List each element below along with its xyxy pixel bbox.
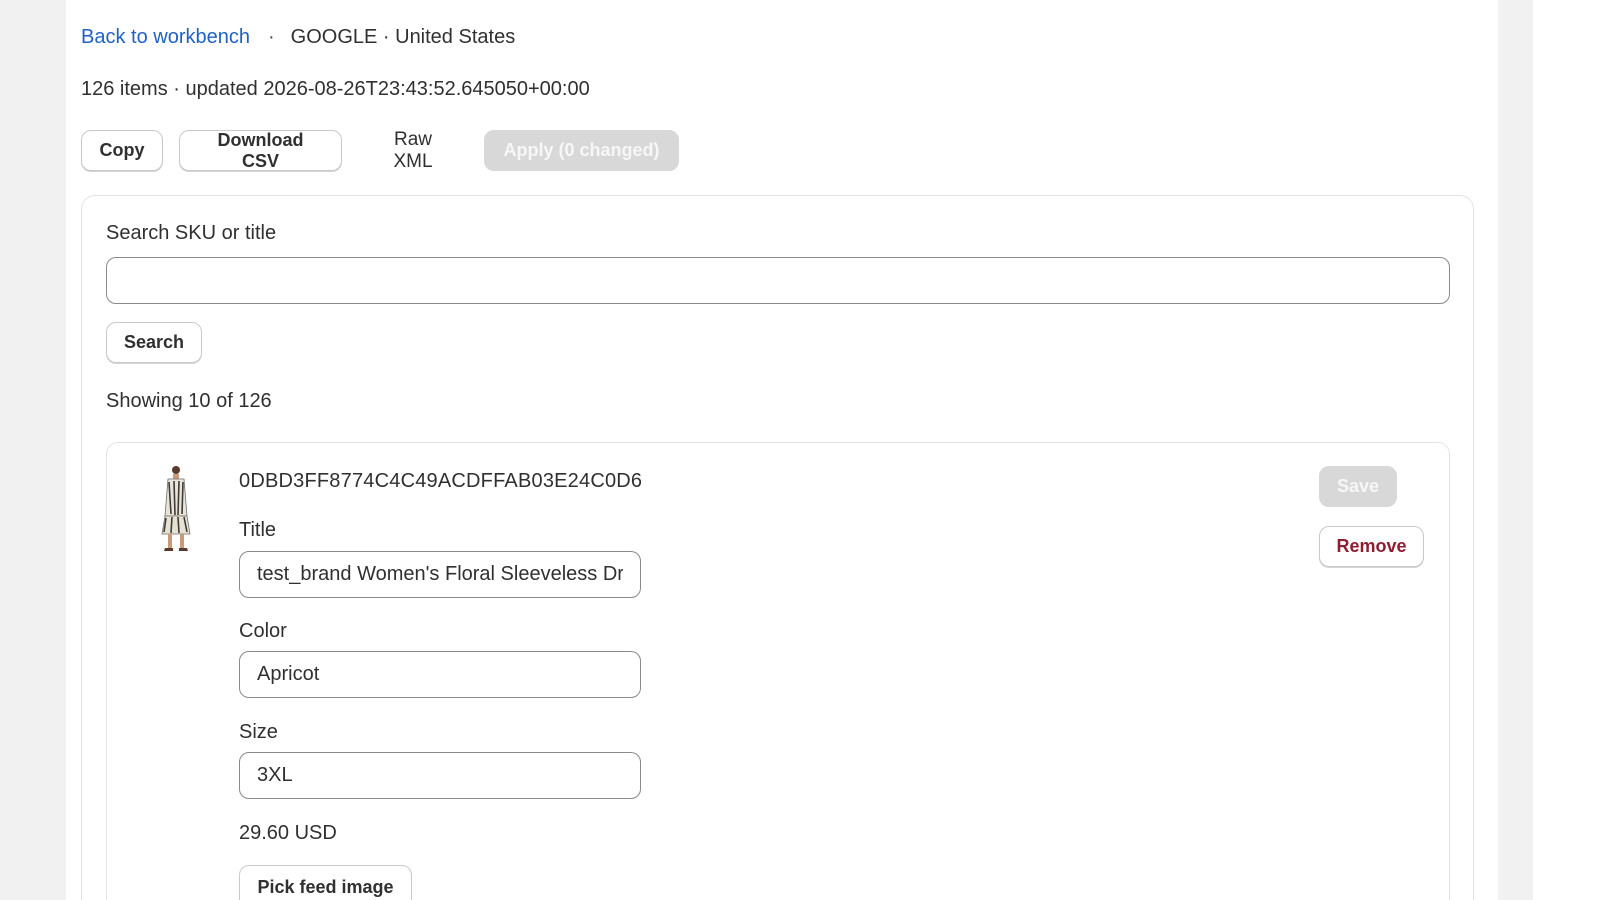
- color-label: Color: [239, 620, 287, 642]
- breadcrumb: Back to workbench · GOOGLE · United Stat…: [81, 24, 515, 50]
- channel-country-label: GOOGLE · United States: [290, 25, 516, 48]
- search-label: Search SKU or title: [106, 222, 277, 244]
- right-gutter: [1533, 0, 1600, 900]
- size-field[interactable]: [239, 752, 641, 799]
- apply-button[interactable]: Apply (0 changed): [484, 130, 679, 171]
- search-button[interactable]: Search: [106, 322, 202, 363]
- color-field[interactable]: [239, 651, 641, 698]
- results-count: Showing 10 of 126: [106, 390, 272, 412]
- title-label: Title: [239, 519, 277, 541]
- toolbar: Copy Download CSV Raw XML Apply (0 chang…: [81, 129, 679, 172]
- product-thumbnail: [161, 466, 191, 551]
- title-field[interactable]: [239, 551, 641, 598]
- breadcrumb-separator: ·: [267, 25, 275, 48]
- save-button[interactable]: Save: [1319, 466, 1397, 507]
- download-csv-button[interactable]: Download CSV: [179, 130, 342, 171]
- size-label: Size: [239, 721, 278, 743]
- search-input[interactable]: [106, 257, 1450, 304]
- item-sku: 0DBD3FF8774C4C49ACDFFAB03E24C0D6: [239, 470, 643, 492]
- feed-summary: 126 items · updated 2026-08-26T23:43:52.…: [81, 78, 590, 100]
- remove-button[interactable]: Remove: [1319, 526, 1424, 567]
- back-to-workbench-link[interactable]: Back to workbench: [81, 26, 250, 49]
- item-price: 29.60 USD: [239, 822, 337, 844]
- raw-xml-button[interactable]: Raw XML: [358, 129, 468, 172]
- copy-button[interactable]: Copy: [81, 130, 163, 171]
- pick-feed-image-button[interactable]: Pick feed image: [239, 865, 412, 900]
